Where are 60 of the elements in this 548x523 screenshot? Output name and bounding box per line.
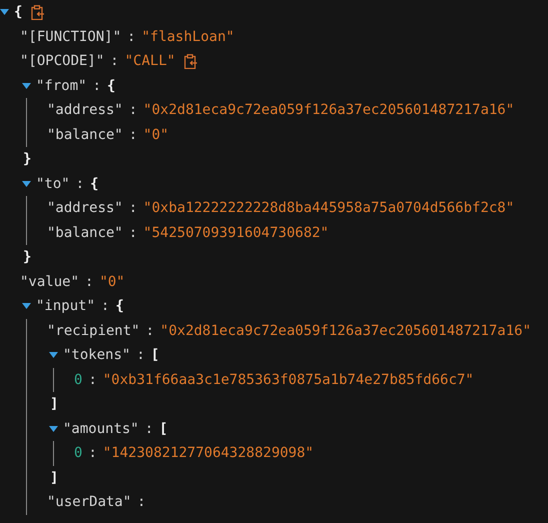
property-value: "CALL" — [124, 53, 176, 70]
colon: : — [136, 347, 145, 364]
close-bracket: ] — [50, 470, 58, 486]
colon: : — [137, 494, 146, 510]
colon: : — [128, 200, 138, 216]
colon: : — [144, 420, 154, 437]
property-key: "recipient" — [47, 322, 140, 339]
property-key: "[OPCODE]" — [20, 53, 104, 70]
colon: : — [92, 78, 102, 94]
property-key: "value" — [20, 274, 80, 290]
colon: : — [88, 445, 97, 462]
colon: : — [88, 372, 97, 388]
collapse-toggle-icon[interactable] — [49, 352, 58, 358]
collapse-toggle-icon[interactable] — [49, 426, 58, 432]
collapse-toggle-icon[interactable] — [22, 82, 31, 89]
array-index: 0 — [74, 445, 82, 462]
property-key: "[FUNCTION]" — [20, 28, 122, 45]
close-bracket: } — [23, 151, 32, 168]
property-key: "balance" — [47, 224, 123, 241]
colon: : — [110, 53, 119, 70]
open-bracket: [ — [150, 347, 160, 364]
close-bracket: ] — [50, 396, 58, 412]
colon: : — [128, 224, 138, 241]
colon: : — [146, 322, 154, 339]
property-value: "flashLoan" — [142, 28, 234, 45]
copy-icon[interactable] — [31, 4, 46, 20]
property-key: "address" — [47, 200, 123, 216]
collapse-toggle-icon[interactable] — [22, 303, 31, 310]
open-bracket: { — [115, 298, 124, 314]
property-key: "tokens" — [63, 347, 130, 364]
property-key: "amounts" — [63, 420, 139, 437]
property-key: "to" — [36, 176, 70, 192]
close-bracket: } — [23, 249, 32, 266]
colon: : — [128, 102, 138, 118]
property-value: "54250709391604730682" — [143, 224, 329, 241]
property-value: "0" — [143, 126, 169, 143]
property-value: "0x2d81eca9c72ea059f126a37ec205601487217a16" — [160, 322, 532, 339]
colon: : — [85, 274, 94, 290]
property-value: "0xba12222222228d8ba445958a75a0704d566bf2c8" — [143, 200, 514, 216]
colon: : — [76, 176, 84, 192]
property-value: "0xb31f66aa3c1e785363f0875a1b74e27b85fd66c7" — [102, 372, 474, 388]
colon: : — [101, 298, 110, 314]
collapse-toggle-icon[interactable] — [22, 180, 31, 187]
property-key: "address" — [47, 102, 123, 118]
property-key: "from" — [36, 78, 87, 94]
property-key: "userData" — [47, 494, 132, 510]
property-value: "0x2d81eca9c72ea059f126a37ec205601487217a16" — [143, 102, 514, 118]
property-key: "input" — [36, 298, 96, 314]
colon: : — [127, 28, 136, 45]
open-bracket: { — [107, 78, 116, 94]
copy-icon[interactable] — [184, 54, 198, 69]
property-value: "0" — [99, 274, 125, 290]
open-bracket: { — [14, 4, 22, 20]
array-index: 0 — [74, 372, 82, 388]
open-bracket: [ — [159, 420, 168, 437]
colon: : — [128, 126, 138, 143]
open-bracket: { — [90, 176, 99, 192]
collapse-toggle-icon[interactable] — [0, 9, 9, 16]
property-value: "14230821277064328829098" — [102, 445, 314, 462]
property-key: "balance" — [47, 126, 123, 143]
